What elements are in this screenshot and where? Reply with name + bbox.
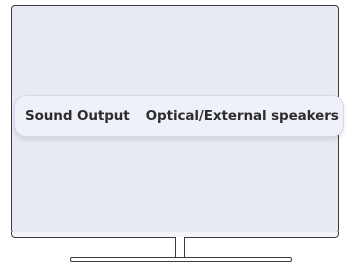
tv-scene: Sound Output Optical/External speakers	[0, 0, 353, 266]
tv-stand-base	[70, 257, 292, 262]
setting-value: Optical/External speakers	[145, 108, 339, 124]
tv-stand-neck	[175, 237, 185, 259]
sound-output-setting-row[interactable]: Sound Output Optical/External speakers	[14, 95, 344, 137]
setting-label: Sound Output	[25, 108, 130, 124]
